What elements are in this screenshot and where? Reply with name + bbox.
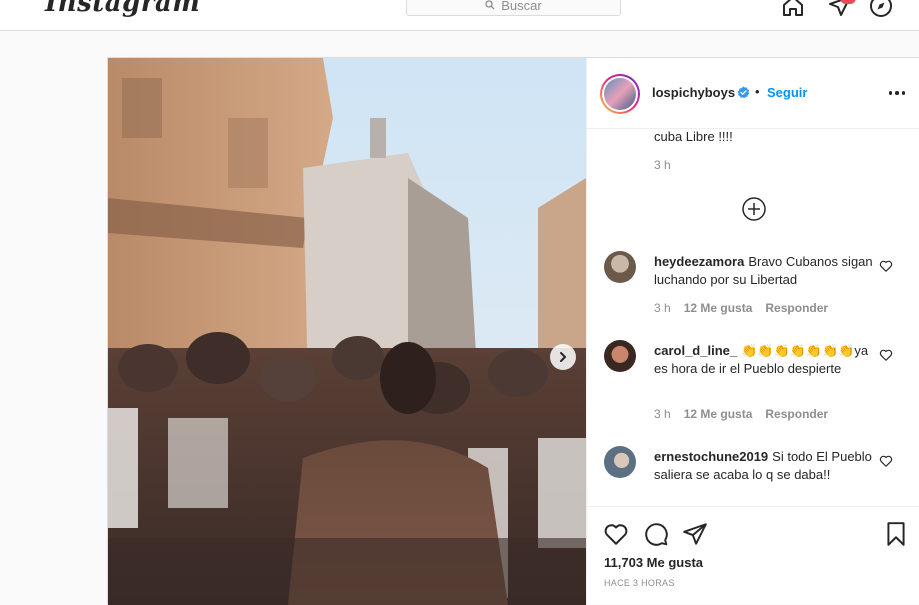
comment-likes[interactable]: 12 Me gusta	[684, 407, 753, 421]
comment-time: 3 h	[654, 407, 671, 421]
commenter-avatar[interactable]	[604, 251, 636, 283]
previous-comment-text: cuba Libre !!!!	[654, 129, 733, 144]
commenter-username[interactable]: ernestochune2019	[654, 449, 768, 464]
search-placeholder: Buscar	[501, 0, 542, 13]
comment-icon[interactable]	[643, 521, 669, 547]
more-dots-icon	[888, 91, 893, 95]
post-actions: 11,703 Me gusta HACE 3 HORAS	[587, 506, 919, 605]
search-input[interactable]: Buscar	[406, 0, 621, 16]
likes-count[interactable]: 11,703 Me gusta	[604, 555, 703, 570]
home-icon[interactable]	[781, 0, 805, 18]
commenter-avatar[interactable]	[604, 446, 636, 478]
notification-badge	[840, 0, 856, 4]
bookmark-icon[interactable]	[883, 521, 909, 547]
commenter-username[interactable]: heydeezamora	[654, 254, 744, 269]
comment-time: 3 h	[654, 301, 671, 315]
follow-button[interactable]: Seguir	[767, 85, 807, 100]
post-video[interactable]	[108, 58, 586, 605]
author-username[interactable]: lospichyboys	[652, 85, 735, 100]
previous-comment-time: 3 h	[654, 158, 671, 172]
author-avatar[interactable]	[600, 74, 640, 114]
commenter-username[interactable]: carol_d_line_	[654, 343, 737, 358]
comments-list[interactable]: cuba Libre !!!! 3 h heydeezamora Bravo Cu…	[587, 129, 919, 506]
top-navigation-bar: Instagram Buscar	[0, 0, 919, 31]
reply-button[interactable]: Responder	[765, 301, 828, 315]
post-details-panel: lospichyboys • Seguir cuba Libre !!!! 3 …	[586, 58, 919, 605]
reply-button[interactable]: Responder	[765, 407, 828, 421]
explore-icon[interactable]	[869, 0, 893, 18]
comment-likes[interactable]: 12 Me gusta	[684, 301, 753, 315]
next-media-button[interactable]	[550, 344, 576, 370]
heart-icon[interactable]	[879, 259, 893, 273]
chevron-right-icon	[560, 352, 566, 362]
instagram-logo[interactable]: Instagram	[45, 0, 200, 18]
share-icon[interactable]	[682, 521, 708, 547]
heart-icon[interactable]	[603, 521, 629, 547]
post-header: lospichyboys • Seguir	[587, 58, 919, 129]
more-options-button[interactable]	[885, 83, 909, 103]
commenter-avatar[interactable]	[604, 340, 636, 372]
heart-icon[interactable]	[879, 348, 893, 362]
search-icon	[485, 0, 495, 10]
street-protest-scene	[108, 58, 586, 605]
post-timestamp[interactable]: HACE 3 HORAS	[604, 578, 675, 588]
plus-circle-icon[interactable]	[741, 196, 767, 222]
comment-meta: 3 h 12 Me gusta Responder	[654, 301, 828, 315]
post-container: lospichyboys • Seguir cuba Libre !!!! 3 …	[107, 57, 919, 605]
comment-meta: 3 h 12 Me gusta Responder	[654, 407, 828, 421]
separator-dot: •	[755, 84, 760, 99]
heart-icon[interactable]	[879, 454, 893, 468]
verified-badge-icon	[737, 86, 750, 99]
